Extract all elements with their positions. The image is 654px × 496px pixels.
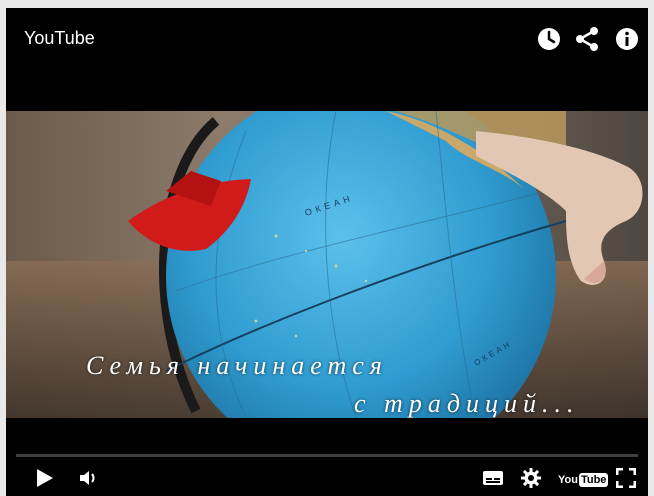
info-icon[interactable] bbox=[614, 26, 640, 52]
share-icon[interactable] bbox=[574, 26, 600, 52]
youtube-logo-tube: Tube bbox=[578, 473, 609, 487]
clock-icon[interactable] bbox=[536, 26, 562, 52]
settings-icon[interactable] bbox=[520, 464, 542, 492]
player-controls: You Tube bbox=[6, 460, 648, 496]
video-caption-line1: Семья начинается bbox=[86, 351, 388, 380]
youtube-logo[interactable]: You Tube bbox=[558, 473, 609, 487]
volume-icon[interactable] bbox=[78, 464, 100, 492]
youtube-logo-you: You bbox=[558, 474, 578, 486]
video-caption-line2: с традиций... bbox=[354, 389, 580, 418]
video-frame[interactable]: ОКЕАН ОКЕАН Семья начинается с традиций.… bbox=[6, 111, 648, 418]
fullscreen-icon[interactable] bbox=[614, 464, 638, 492]
progress-bar[interactable] bbox=[16, 454, 638, 457]
video-player[interactable]: YouTube ОКЕАН ОКЕАН Семья начинается с т… bbox=[6, 8, 648, 496]
captions-icon[interactable] bbox=[482, 464, 504, 492]
player-top-bar: YouTube bbox=[6, 8, 648, 72]
play-icon[interactable] bbox=[34, 464, 56, 492]
youtube-title-link[interactable]: YouTube bbox=[24, 28, 95, 49]
